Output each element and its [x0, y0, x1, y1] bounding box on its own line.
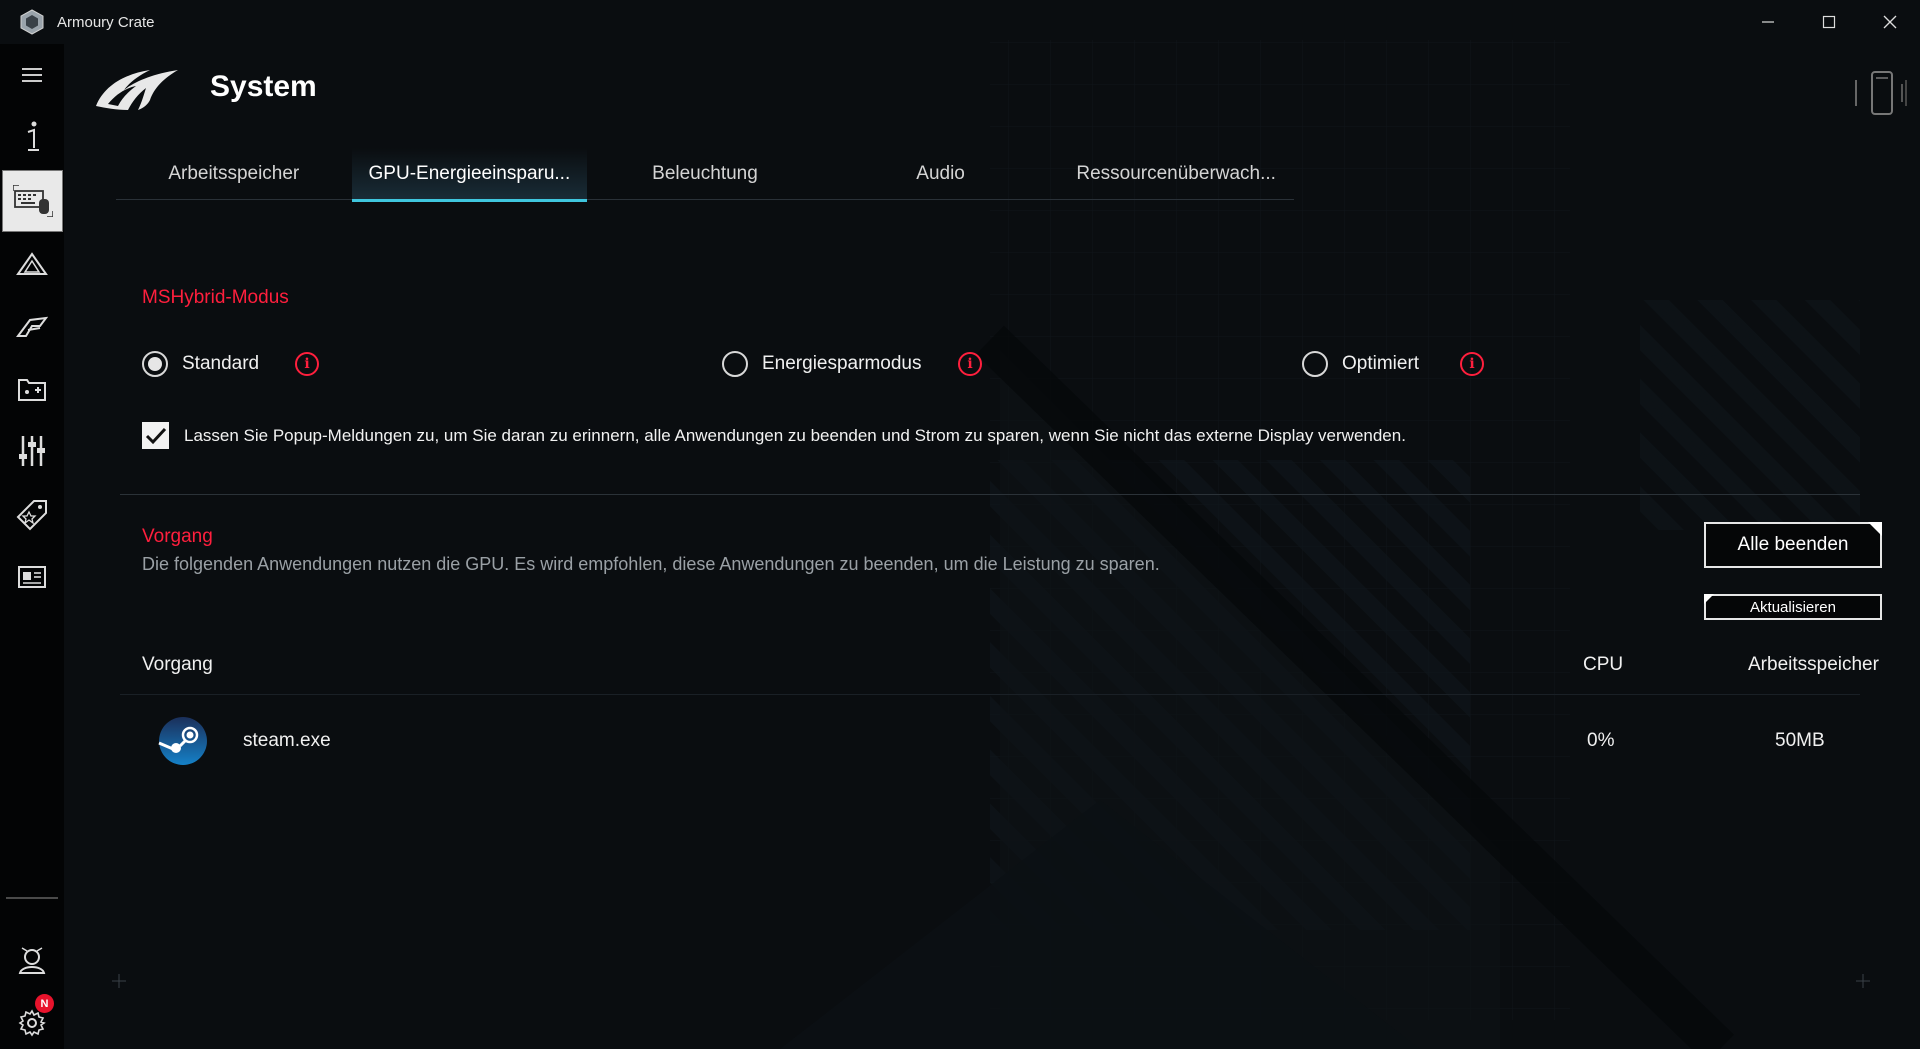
title-bar: Armoury Crate	[0, 0, 1920, 44]
popup-reminder-label: Lassen Sie Popup-Meldungen zu, um Sie da…	[184, 426, 1406, 445]
button-corner-accent	[1704, 594, 1714, 604]
radio-button[interactable]	[722, 351, 748, 377]
sidebar-item-aura[interactable]	[0, 296, 64, 358]
radio-option-standard[interactable]: Standard	[142, 349, 259, 379]
radio-option-energiesparmodus[interactable]: Energiesparmodus	[722, 349, 921, 379]
close-icon	[1883, 15, 1896, 29]
sidebar-item-device[interactable]	[2, 170, 63, 232]
checkmark-icon	[145, 427, 166, 444]
process-memory: 50MB	[1775, 730, 1825, 751]
rog-logo-icon	[96, 70, 178, 110]
gamevisual-icon	[16, 252, 48, 275]
settings-icon	[18, 1009, 46, 1037]
notification-badge: N	[35, 994, 54, 1013]
sidebar-item-news[interactable]	[0, 546, 64, 608]
column-header-process: Vorgang	[142, 654, 213, 675]
table-header-divider	[120, 694, 1860, 695]
news-icon	[18, 566, 46, 588]
sidebar-item-deals[interactable]	[0, 484, 64, 546]
mshybrid-section-title: MSHybrid-Modus	[142, 287, 289, 308]
sidebar-item-info[interactable]	[0, 106, 64, 168]
device-keyboard-icon	[12, 185, 53, 217]
minimize-button[interactable]	[1737, 0, 1798, 44]
radio-label: Optimiert	[1342, 353, 1420, 374]
radio-label: Energiesparmodus	[762, 353, 922, 374]
table-row[interactable]: steam.exe 0% 50MB	[120, 696, 1860, 788]
popup-reminder-checkbox[interactable]	[142, 422, 169, 449]
tab-arbeitsspeicher[interactable]: Arbeitsspeicher	[116, 148, 352, 200]
sidebar-item-game-library[interactable]	[0, 358, 64, 420]
process-section-title: Vorgang	[142, 526, 213, 547]
tab-beleuchtung[interactable]: Beleuchtung	[587, 148, 823, 200]
device-phone-icon[interactable]	[1850, 70, 1910, 116]
sidebar-item-scenario[interactable]	[0, 420, 64, 482]
tab-gpu-energieeinsparung[interactable]: GPU-Energieeinsparu...	[351, 148, 588, 202]
tab-bar: Arbeitsspeicher GPU-Energieeinsparu... B…	[116, 148, 1294, 202]
minimize-icon	[1761, 21, 1774, 23]
sidebar-item-gamevisual[interactable]	[0, 234, 64, 296]
info-icon	[27, 121, 39, 151]
steam-icon	[158, 717, 207, 765]
panel-corner-mark	[112, 974, 126, 988]
aura-sync-icon	[16, 316, 48, 337]
standard-info-icon[interactable]: i	[295, 352, 319, 376]
window-title: Armoury Crate	[57, 13, 155, 31]
optimiert-info-icon[interactable]: i	[1460, 352, 1484, 376]
panel-corner-mark	[1856, 974, 1870, 988]
sidebar-divider	[6, 897, 58, 899]
page-title: System	[210, 70, 317, 103]
radio-button[interactable]	[1302, 351, 1328, 377]
scenario-profiles-icon	[19, 436, 45, 466]
menu-icon	[22, 68, 42, 82]
window-controls	[1737, 0, 1920, 44]
process-description: Die folgenden Anwendungen nutzen die GPU…	[142, 554, 1160, 574]
radio-label: Standard	[182, 353, 260, 374]
end-all-label: Alle beenden	[1737, 534, 1849, 555]
close-button[interactable]	[1859, 0, 1920, 44]
armoury-crate-logo-icon	[20, 9, 44, 35]
radio-option-optimiert[interactable]: Optimiert	[1302, 349, 1419, 379]
refresh-label: Aktualisieren	[1750, 598, 1836, 616]
maximize-icon	[1822, 15, 1835, 29]
energiesparmodus-info-icon[interactable]: i	[958, 352, 982, 376]
section-divider	[120, 494, 1860, 495]
deals-icon	[16, 500, 47, 531]
maximize-button[interactable]	[1798, 0, 1859, 44]
radio-button[interactable]	[142, 351, 168, 377]
end-all-button[interactable]: Alle beenden	[1704, 522, 1882, 568]
sidebar-item-settings[interactable]: N	[0, 992, 64, 1049]
tab-ressourcenueberwachung[interactable]: Ressourcenüberwach...	[1058, 148, 1294, 200]
column-header-memory: Arbeitsspeicher	[1748, 654, 1879, 675]
game-library-icon	[18, 379, 46, 401]
gpu-power-saving-panel: MSHybrid-Modus Standard i Energiesparmod…	[112, 232, 1882, 988]
app-window: Armoury Crate N System Arbeitsspeicher G…	[0, 0, 1920, 1049]
column-header-cpu: CPU	[1583, 654, 1624, 675]
tab-audio[interactable]: Audio	[823, 148, 1059, 200]
sidebar: N	[0, 44, 64, 1049]
process-cpu: 0%	[1587, 730, 1615, 751]
button-corner-accent	[1868, 522, 1882, 536]
process-name: steam.exe	[243, 730, 331, 751]
sidebar-item-user-center[interactable]	[0, 930, 64, 992]
user-center-icon	[18, 947, 46, 974]
sidebar-item-menu[interactable]	[0, 44, 64, 106]
refresh-button[interactable]: Aktualisieren	[1704, 594, 1882, 620]
